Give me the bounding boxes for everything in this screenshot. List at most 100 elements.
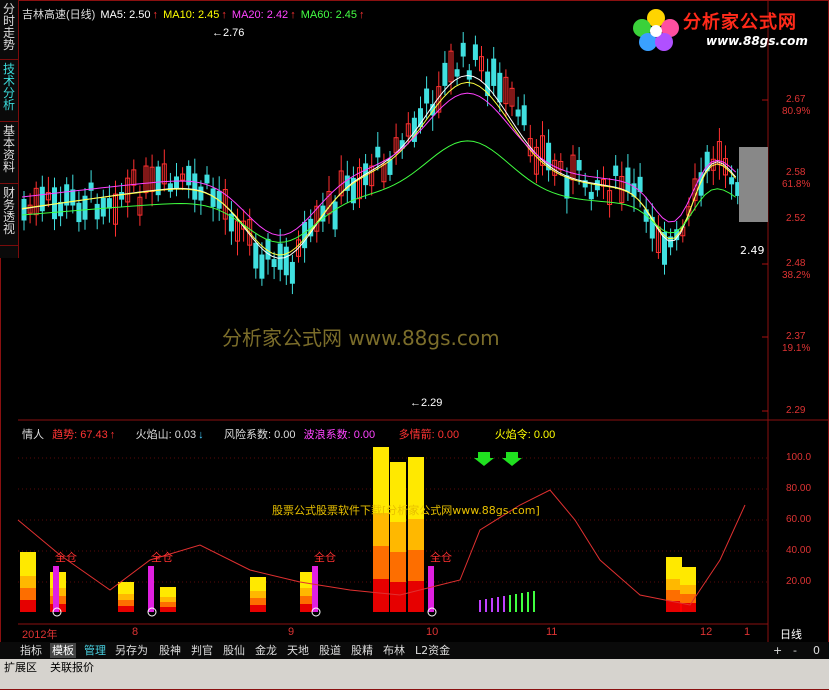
candle-body [21,198,27,221]
tab-template[interactable]: 模板 [50,643,76,658]
related-quote-button[interactable]: 关联报价 [50,661,94,675]
candle-body [100,197,106,217]
tab-panguan[interactable]: 判官 [189,643,215,658]
candle-body [76,202,82,223]
tab-gujing[interactable]: 股精 [349,643,375,658]
candle-body [289,261,295,284]
candle-body [265,238,271,260]
candle-body [167,183,173,192]
candle-body [521,105,527,126]
flame-order-value: 火焰令: 0.00 [494,429,556,441]
ma5-line [21,74,737,259]
candle-body [271,259,277,268]
tab-jinlong[interactable]: 金龙 [253,643,279,658]
full-position-bar [148,566,154,612]
candle-body [442,62,448,86]
zoom-out-button[interactable]: - [791,643,799,658]
candle-body [460,42,466,57]
candle-body [106,198,112,209]
sub-axis-label: 80.00 [786,483,812,494]
tab-gudao[interactable]: 股道 [317,643,343,658]
tab-guxian[interactable]: 股仙 [221,643,247,658]
candle-body [174,176,179,190]
up-arrow-icon: ↑ [359,9,365,21]
full-position-label: 全仓 [314,551,336,564]
price-axis-label: 2.29 [786,405,806,416]
candle-body [637,176,643,193]
tab-save-as[interactable]: 另存为 [113,643,150,658]
candle-body [277,243,283,270]
wave-value: 波浪系数: 0.00 [303,429,376,441]
site-logo: 分析家公式网 www.88gs.com [628,4,824,56]
tab-indicator[interactable]: 指标 [18,643,44,658]
projection-box [739,147,768,222]
candle-body [375,146,381,158]
candle-body [39,186,45,212]
candle-body [472,44,478,60]
flame-bar [20,552,36,576]
candle-body [564,175,570,199]
candle-body [94,203,100,220]
candle-body [283,246,289,276]
candle-body [70,189,76,206]
ma5-value: MA5: 2.50 [100,9,151,21]
date-label: 10 [426,626,439,638]
price-axis-label: 2.52 [786,213,806,224]
flame-bar [666,557,682,579]
candle-body [588,191,594,200]
flame-bar [160,587,176,597]
watermark: 分析家公式网 www.88gs.com [222,326,500,350]
price-axis-pct: 38.2% [782,270,811,281]
high-annotation: ←2.76 [212,27,245,39]
candle-body [259,254,265,279]
tab-l2-fund[interactable]: L2资金 [413,643,452,658]
price-axis-label: 2.37 [786,331,806,342]
ma20-value: MA20: 2.42 [231,9,289,21]
price-axis-pct: 61.8% [782,179,811,190]
flame-bar [118,582,134,594]
extension-area-button[interactable]: 扩展区 [4,661,37,675]
sub-axis-label: 40.00 [786,545,812,556]
period-label[interactable]: 日线 [780,626,802,642]
up-arrow-icon: ↑ [109,429,116,441]
candle-body [332,201,338,230]
candle-body [424,88,430,104]
candle-body [729,177,735,185]
candle-body [466,70,472,80]
tab-gushen[interactable]: 股神 [157,643,183,658]
indicator-name: 情人 [22,429,44,441]
down-arrow-icon [474,452,494,466]
logo-url: www.88gs.com [706,34,808,48]
tab-manage[interactable]: 管理 [82,643,108,658]
indicator-toolbar: 指标 模板 管理 另存为 股神 判官 股仙 金龙 天地 股道 股精 布林 L2资… [0,642,829,659]
candle-body [186,165,192,186]
down-arrow-icon: ↓ [198,429,204,441]
date-axis: 2012年 8 9 10 11 12 1 [18,626,768,641]
candle-body [625,167,631,193]
full-position-label: 全仓 [430,551,452,564]
flame-value: 火焰山: 0.03 [135,429,197,441]
price-axis-pct: 19.1% [782,343,811,354]
trend-value: 趋势: 67.43 [52,429,108,441]
flame-bar [680,567,696,585]
candle-body [613,165,619,176]
sub-axis-label: 20.00 [786,576,812,587]
date-label: 8 [132,626,139,638]
full-position-label: 全仓 [151,551,173,564]
zoom-in-button[interactable]: + [771,643,784,658]
candle-body [192,173,198,200]
sub-legend: 情人 趋势: 67.43 ↑ 火焰山: 0.03 ↓ 风险系数: 0.00 波浪系数… [22,426,557,442]
tab-bulin[interactable]: 布林 [381,643,407,658]
full-position-bar [53,566,59,612]
sub-axis-label: 100.0 [786,452,812,463]
candle-body [119,192,125,200]
zoom-reset-button[interactable]: 0 [811,643,822,658]
date-label: 2012年 [22,629,58,641]
risk-value: 风险系数: 0.00 [223,429,296,441]
full-position-bar [312,566,318,612]
bull-value: 多情箭: 0.00 [398,429,460,441]
tab-tiandi[interactable]: 天地 [285,643,311,658]
up-arrow-icon: ↑ [221,9,227,21]
flower-logo-icon [633,9,679,51]
logo-text: 分析家公式网 [683,12,797,33]
